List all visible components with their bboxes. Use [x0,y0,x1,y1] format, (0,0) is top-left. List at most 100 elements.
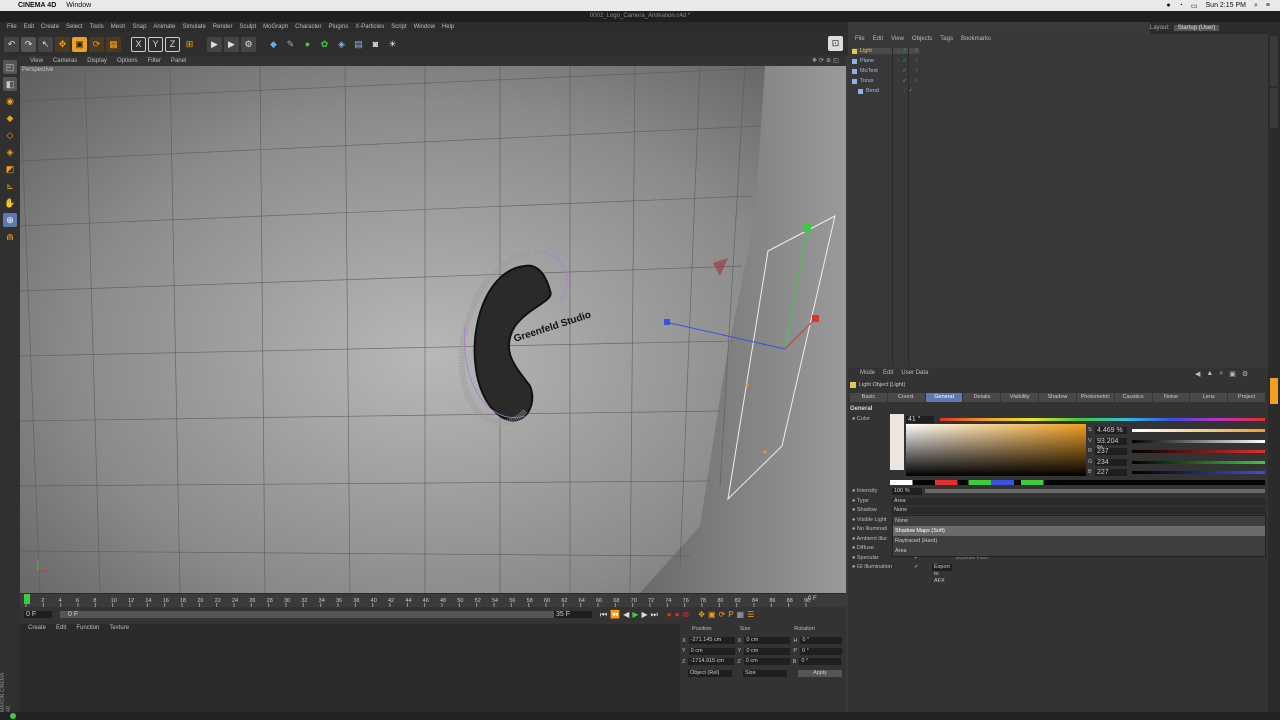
visibility-dots-icon[interactable]: : [898,48,900,54]
size-field[interactable]: 0 cm [744,637,791,644]
color-swatch[interactable] [890,414,904,470]
keyframe-selection-icon[interactable]: ⊛ [683,610,690,620]
object-menu-view[interactable]: View [891,36,904,42]
position-field[interactable]: -1714.915 cm [688,658,735,665]
menu-simulate[interactable]: Simulate [182,24,205,30]
axis-mode-icon[interactable]: ⊾ [3,179,17,193]
menu-render[interactable]: Render [213,24,233,30]
undo-icon[interactable]: ↶ [4,36,19,52]
move-icon[interactable]: ✥ [55,36,70,52]
key-pla-icon[interactable]: ▦ [737,610,745,620]
shadow-option-area[interactable]: Area [893,546,1265,556]
attr-menu-user-data[interactable]: User Data [901,370,928,376]
hsv-slider-b[interactable] [1132,471,1265,474]
x-axis-icon[interactable]: X [131,36,146,52]
scale-icon[interactable]: ▣ [72,36,87,52]
viewport-menu-options[interactable]: Options [117,58,138,64]
workplane-icon[interactable]: ◆ [3,111,17,125]
rotation-field[interactable]: 0 ° [800,637,843,644]
viewport-menu-display[interactable]: Display [87,58,107,64]
prop-value[interactable]: 100 % [892,488,922,495]
menu-plugins[interactable]: Plugins [329,24,349,30]
object-name[interactable]: Light [860,48,890,54]
model-mode-icon[interactable]: ◧ [3,77,17,91]
hsv-slider-r[interactable] [1132,450,1265,453]
settings-icon[interactable]: ⚙ [1242,370,1248,378]
viewport-menu-view[interactable]: View [30,58,43,64]
y-axis-icon[interactable]: Y [148,36,163,52]
record-icon[interactable]: ● [1166,2,1170,9]
tag-icon[interactable]: ⁘ [914,48,919,54]
object-name[interactable]: MoText [860,68,890,74]
wifi-icon[interactable]: ◔ [1179,2,1183,9]
object-row-bend[interactable]: Bend: ✓ [852,88,913,94]
tag-icon[interactable]: ⁘ [914,68,919,74]
recent-tool-icon[interactable]: ▦ [106,36,121,52]
hsv-field-v[interactable]: 93.204 % [1095,437,1127,452]
intensity-slider[interactable] [925,489,1265,493]
enable-check-icon[interactable]: ✓ [903,48,908,54]
tab-coord[interactable]: Coord. [887,393,925,402]
pen-icon[interactable]: ✎ [283,37,298,52]
spotlight-icon[interactable]: ⌕ [1254,2,1258,10]
apply-button[interactable]: Apply [798,670,842,677]
timeline-icon[interactable]: ☰ [747,610,754,620]
menu-character[interactable]: Character [295,24,321,30]
viewport-menu-filter[interactable]: Filter [148,58,161,64]
material-menu-edit[interactable]: Edit [56,625,66,631]
time-range-slider[interactable]: 0 F [60,611,570,618]
size-field[interactable]: 0 cm [743,658,790,665]
key-position-icon[interactable]: ✥ [698,610,705,620]
menu-mesh[interactable]: Mesh [111,24,126,30]
object-menu-edit[interactable]: Edit [873,36,883,42]
render-view-icon[interactable]: ▶ [207,36,222,52]
tab-project[interactable]: Project [1228,393,1265,402]
viewport[interactable]: Greenfeld Studio [20,66,846,593]
visibility-dots-icon[interactable]: : [898,78,900,84]
play-icon[interactable]: ▶ [632,610,638,620]
visibility-dots-icon[interactable]: : [898,58,900,64]
visibility-dots-icon[interactable]: : [898,68,900,74]
enable-check-icon[interactable]: ✓ [903,78,908,84]
texture-mode-icon[interactable]: ◉ [3,94,17,108]
attr-menu-mode[interactable]: Mode [860,370,875,376]
enable-check-icon[interactable]: ✓ [903,58,908,64]
prop-value[interactable]: None [892,507,1266,514]
search-icon[interactable]: ⌕ [1219,370,1223,378]
key-scale-icon[interactable]: ▣ [708,610,716,620]
make-editable-icon[interactable]: ◰ [3,60,17,74]
attr-menu-edit[interactable]: Edit [883,370,893,376]
points-mode-icon[interactable]: ◇ [3,128,17,142]
material-menu-function[interactable]: Function [76,625,99,631]
goto-start-icon[interactable]: ⏮ [600,610,607,620]
key-param-icon[interactable]: P [728,610,733,620]
live-select-icon[interactable]: ↖ [38,36,53,52]
material-manager[interactable] [20,624,680,720]
object-manager[interactable] [848,34,1268,368]
menu-file[interactable]: File [7,24,17,30]
tab-photometric[interactable]: Photometric [1076,393,1114,402]
tweak-mode-icon[interactable]: ✋ [3,196,17,210]
prev-key-icon[interactable]: ⏪ [610,610,620,620]
menu-create[interactable]: Create [41,24,59,30]
layout-switch-icon[interactable]: ⊡ [828,36,843,51]
tab-shadow[interactable]: Shadow [1039,393,1076,402]
next-frame-icon[interactable]: ▶ [641,610,647,620]
position-field[interactable]: -271.145 cm [688,637,735,644]
menu-help[interactable]: Help [442,24,454,30]
prev-frame-icon[interactable]: ◀ [623,610,629,620]
menu-mograph[interactable]: MoGraph [263,24,288,30]
prop-value[interactable]: Area [892,497,1266,505]
z-axis-icon[interactable]: Z [165,36,180,52]
menu-snap[interactable]: Snap [132,24,146,30]
hue-field[interactable]: 41 ° [906,416,934,423]
object-menu-objects[interactable]: Objects [912,36,932,42]
visibility-dots-icon[interactable]: : [904,88,906,94]
menu-sculpt[interactable]: Sculpt [239,24,256,30]
record-key-icon[interactable]: ● [667,610,672,620]
cube-icon[interactable]: ◆ [266,37,281,52]
clock[interactable]: Sun 2:15 PM [1206,2,1246,9]
app-menu[interactable]: CINEMA 4D [18,2,56,9]
camera-icon[interactable]: ◙ [368,37,383,52]
object-menu-bookmarks[interactable]: Bookmarks [961,36,991,42]
